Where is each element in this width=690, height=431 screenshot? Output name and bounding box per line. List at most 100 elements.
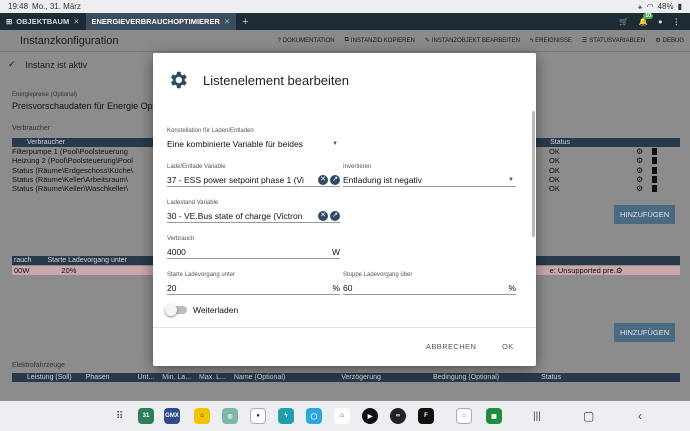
wrench-icon: ✎ [424, 38, 430, 44]
events-button[interactable]: ϟ EREIGNISSE [530, 37, 572, 44]
action-label: INSTANZID KOPIEREN [350, 37, 415, 44]
column-header: Status [550, 139, 570, 146]
table-row[interactable]: Heizung 2 (Pool\Poolsteuerung\Pool [12, 156, 133, 165]
notification-badge: 10 [643, 13, 653, 19]
table-row[interactable]: Filterpumpe 1 (Pool\Poolsteuerung [12, 147, 128, 156]
edit-object-button[interactable]: ✎ INSTANZOBJEKT BEARBEITEN [424, 37, 520, 45]
table-row[interactable]: Status (Räume\Keller\Arbeitsraum\ [12, 175, 128, 184]
cart-icon[interactable]: 🛒 [619, 17, 628, 26]
clear-icon[interactable]: ✕ [318, 174, 328, 185]
bell-icon[interactable]: 🔔 10 [639, 13, 653, 26]
energy-price-value[interactable]: Preisvorschaudaten für Energie Op [12, 101, 153, 111]
instance-status-text: Instanz ist aktiv [25, 59, 88, 70]
field-label: Starte Ladevorgang unter [167, 272, 236, 278]
add-consumer-button[interactable]: HINZUFÜGEN [614, 205, 676, 224]
battery-percent: 48% [657, 2, 674, 11]
media-app-icon[interactable]: ▶ [362, 408, 378, 424]
tab-label: ENERGIEVERBRAUCHOPTIMIERER [91, 17, 220, 26]
sheets-app-icon[interactable]: ▦ [486, 408, 502, 424]
instance-status: ✓ Instanz ist aktiv [8, 59, 87, 70]
gear-icon[interactable]: ⚙ [616, 266, 623, 275]
recharge-toggle[interactable]: Weiterladen [165, 304, 238, 316]
camera-app-icon[interactable]: ◎ [222, 408, 238, 424]
field-value: Eine kombinierte Variable für beides [167, 139, 303, 149]
tab-label: OBJEKTBAUM [16, 17, 70, 26]
bank-app-icon[interactable]: ⌂ [194, 408, 210, 424]
debug-button[interactable]: ⚙ DEBUG [655, 37, 684, 45]
ev-label: Elektrofahrzeuge [12, 362, 65, 369]
constellation-select[interactable]: Konstellation für Laden/Entladen Eine ko… [167, 128, 340, 151]
stop-charging-input[interactable]: Stoppe Ladevorgang über 60% [343, 272, 516, 295]
delete-icon[interactable] [652, 176, 657, 183]
page-header: Instanzkonfiguration ? DOKUMENTATION ⧉ INS… [0, 30, 690, 52]
delete-icon[interactable] [652, 157, 657, 164]
tab-bar: ⊞ OBJEKTBAUM ✕ ENERGIEVERBRAUCHOPTIMIERE… [0, 13, 690, 30]
unit-label: % [332, 282, 340, 293]
column-header: Unt... [137, 374, 155, 381]
column-header: Phasen [85, 374, 110, 381]
table-row[interactable]: Status (Räume\Erdgeschoss\Küche\ [12, 166, 133, 175]
add-tab-button[interactable]: + [236, 16, 254, 28]
gear-icon[interactable]: ⚙ [636, 147, 643, 156]
account-icon[interactable]: ● [658, 17, 663, 26]
energy-app-icon[interactable]: ϟ [278, 408, 294, 424]
tab-objektbaum[interactable]: ⊞ OBJEKTBAUM ✕ [0, 13, 86, 30]
charge-variable-select[interactable]: Lade/Entlade Variable 37 - ESS power set… [167, 164, 340, 187]
open-object-icon[interactable]: ↗ [330, 210, 340, 221]
add-battery-button[interactable]: HINZUFÜGEN [614, 323, 676, 342]
home-app-icon[interactable]: ⌂ [334, 408, 350, 424]
field-value: 20 [167, 282, 177, 293]
row-status: e: Unsupported pre... [549, 266, 620, 275]
chevron-down-icon: ▼ [332, 141, 338, 147]
ok-button[interactable]: OK [502, 342, 514, 351]
gear-icon[interactable]: ⚙ [636, 175, 643, 184]
gear-icon[interactable]: ⚙ [636, 156, 643, 165]
back-icon[interactable]: ‹ [638, 409, 642, 423]
home-screen-icon[interactable]: ⌂ [456, 408, 472, 424]
copy-id-button[interactable]: ⧉ INSTANZID KOPIEREN [345, 37, 415, 44]
home-nav-icon[interactable]: ▢ [583, 409, 594, 423]
open-object-icon[interactable]: ↗ [330, 174, 340, 185]
status-vars-button[interactable]: ☰ STATUSVARIABLEN [582, 37, 645, 45]
cancel-button[interactable]: ABBRECHEN [426, 342, 476, 351]
unit-label: % [508, 282, 516, 293]
page-title: Instanzkonfiguration [20, 34, 119, 47]
documentation-button[interactable]: ? DOKUMENTATION [277, 37, 334, 44]
table-row[interactable]: Status (Räume\Keller\Waschkeller\ [12, 184, 128, 193]
start-charging-input[interactable]: Starte Ladevorgang unter 20% [167, 272, 340, 295]
sensor-app-icon[interactable]: ● [250, 408, 266, 424]
tab-energieverbrauchoptimierer[interactable]: ENERGIEVERBRAUCHOPTIMIERER ✕ [85, 13, 237, 30]
system-status-bar: 19:48 Mo., 31. März ⚹ ◠ 48% ▮ [0, 0, 690, 13]
delete-icon[interactable] [652, 167, 657, 174]
bluetooth-icon: ⚹ [637, 1, 643, 11]
toggle-knob [165, 304, 177, 316]
clear-icon[interactable]: ✕ [318, 210, 328, 221]
invert-select[interactable]: Invertieren Entladung ist negativ ▼ [343, 164, 516, 187]
consumption-input[interactable]: Verbrauch 4000 W [167, 236, 340, 259]
calendar-app-icon[interactable]: 31 [138, 408, 154, 424]
apps-grid-icon[interactable]: ⠿ [116, 411, 123, 422]
battery-icon: ▮ [677, 2, 682, 11]
field-label: Stoppe Ladevorgang über [343, 272, 413, 278]
alexa-app-icon[interactable]: ◯ [306, 408, 322, 424]
gear-icon[interactable]: ⚙ [636, 184, 643, 193]
fiat-app-icon[interactable]: F [418, 408, 434, 424]
menu-icon[interactable]: ⋮ [673, 17, 681, 26]
toggle-switch[interactable] [165, 304, 187, 316]
gmx-app-icon[interactable]: GMX [164, 408, 180, 424]
delete-icon[interactable] [652, 185, 657, 192]
recents-icon[interactable]: ||| [533, 411, 541, 422]
soc-variable-select[interactable]: Ladestand Variable 30 - VE.Bus state of … [167, 200, 340, 223]
check-icon: ✓ [8, 59, 16, 69]
close-tab-icon[interactable]: ✕ [224, 17, 230, 26]
field-label: Invertieren [343, 164, 372, 170]
row-status: OK [549, 175, 560, 184]
delete-icon[interactable] [652, 148, 657, 155]
dialog-scrollbar[interactable] [532, 111, 535, 237]
field-value: 30 - VE.Bus state of charge (Victron [167, 210, 303, 221]
music-app-icon[interactable]: ∞ [390, 408, 406, 424]
gear-icon[interactable]: ⚙ [636, 166, 643, 175]
consumers-label: Verbraucher [12, 125, 51, 132]
wifi-icon: ◠ [646, 2, 654, 11]
close-tab-icon[interactable]: ✕ [73, 17, 79, 26]
